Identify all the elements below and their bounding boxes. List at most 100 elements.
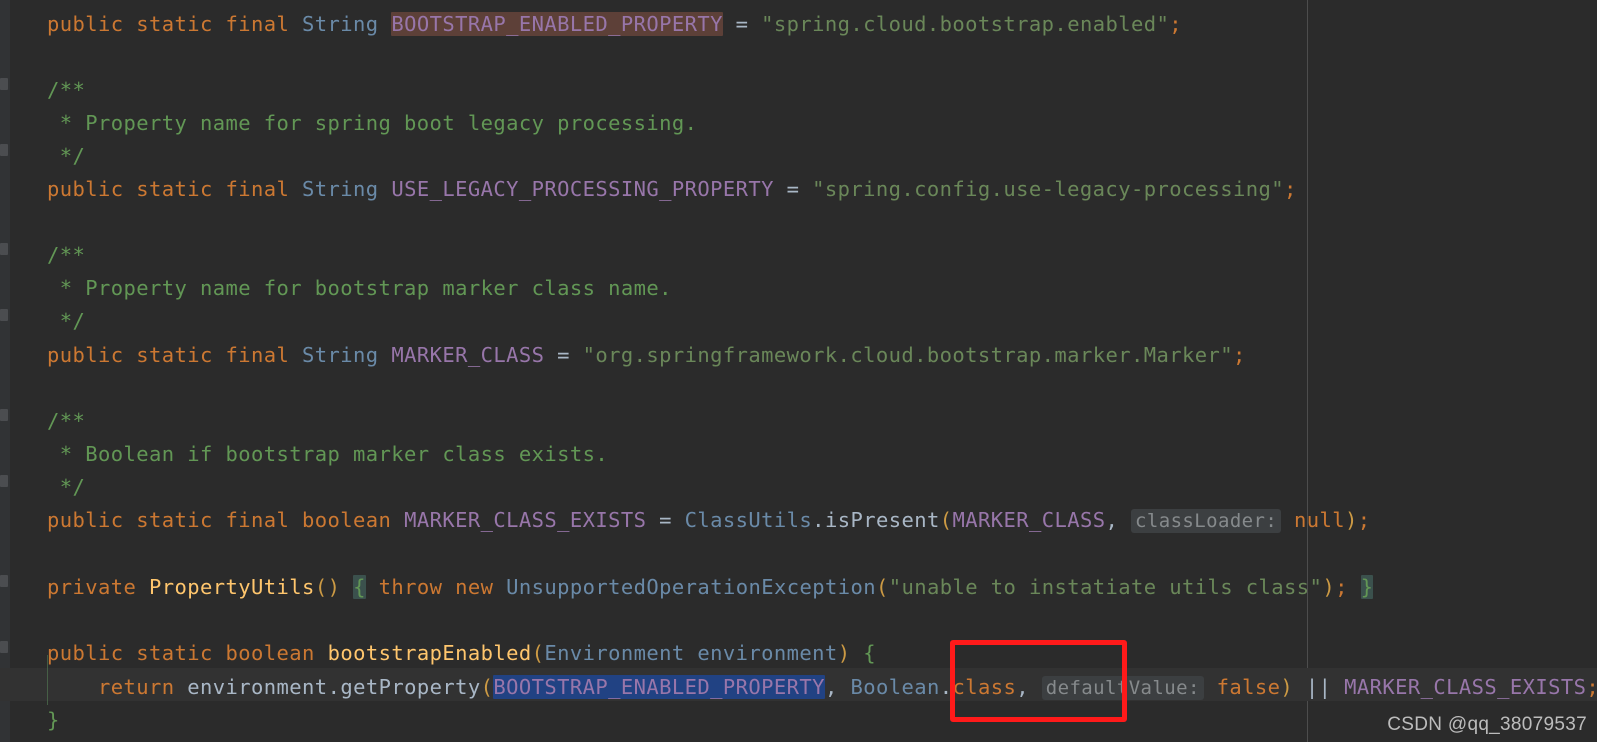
line-marker-class[interactable]: public static final String MARKER_CLASS … bbox=[0, 339, 1246, 372]
code-token: = bbox=[646, 508, 685, 532]
code-token: { bbox=[353, 575, 366, 599]
line-marker-class-exists[interactable]: public static final boolean MARKER_CLASS… bbox=[0, 504, 1371, 537]
code-token: new bbox=[455, 575, 507, 599]
code-token: ) bbox=[1280, 675, 1294, 699]
code-token: static bbox=[136, 343, 226, 367]
line-blank-1[interactable] bbox=[0, 41, 47, 74]
code-token: PropertyUtils bbox=[149, 575, 315, 599]
code-token: . bbox=[327, 675, 341, 699]
code-token: environment bbox=[187, 675, 328, 699]
line-javadoc-open-2[interactable]: /** bbox=[0, 239, 85, 272]
line-javadoc-open-1[interactable]: /** bbox=[0, 74, 85, 107]
code-token: , bbox=[1105, 508, 1132, 532]
code-token: private bbox=[47, 575, 150, 599]
line-bootstrap-enabled-signature[interactable]: public static boolean bootstrapEnabled(E… bbox=[0, 637, 876, 670]
code-token: ) bbox=[837, 641, 851, 665]
code-token: Environment bbox=[544, 641, 698, 665]
line-javadoc-close-3[interactable]: */ bbox=[0, 471, 85, 504]
code-token: } bbox=[47, 708, 60, 732]
code-token: static bbox=[136, 641, 226, 665]
code-token: "org.springframework.cloud.bootstrap.mar… bbox=[582, 343, 1233, 367]
line-javadoc-text-3[interactable]: * Boolean if bootstrap marker class exis… bbox=[0, 438, 608, 471]
inlay-parameter-hint: classLoader: bbox=[1131, 509, 1282, 533]
code-token: static bbox=[136, 508, 226, 532]
code-token: , bbox=[824, 675, 851, 699]
code-token: , bbox=[1016, 675, 1042, 699]
code-token: ( bbox=[939, 508, 953, 532]
code-token: final bbox=[225, 508, 303, 532]
code-token: */ bbox=[47, 144, 86, 168]
code-token: * Property name for spring boot legacy p… bbox=[47, 111, 698, 135]
code-token: UnsupportedOperationException bbox=[506, 575, 876, 599]
code-token: . bbox=[812, 508, 825, 532]
code-token: "unable to instatiate utils class" bbox=[888, 575, 1323, 599]
code-token: /** bbox=[47, 409, 86, 433]
line-blank-5[interactable] bbox=[0, 604, 47, 637]
code-token: } bbox=[1360, 575, 1374, 599]
code-token: Boolean bbox=[850, 675, 940, 699]
code-token: /** bbox=[47, 78, 86, 102]
code-token: String bbox=[302, 177, 392, 201]
code-token: bootstrapEnabled bbox=[327, 641, 532, 665]
code-token: getProperty bbox=[340, 675, 481, 699]
line-bootstrap-enabled-property[interactable]: public static final String BOOTSTRAP_ENA… bbox=[0, 8, 1182, 41]
code-token: false bbox=[1216, 675, 1281, 699]
code-text-surface[interactable]: public static final String BOOTSTRAP_ENA… bbox=[0, 0, 1597, 742]
code-token: ( bbox=[480, 675, 494, 699]
csdn-watermark: CSDN @qq_38079537 bbox=[1387, 714, 1587, 735]
code-token: ; bbox=[1586, 675, 1597, 699]
code-token: public bbox=[47, 508, 137, 532]
code-token: ( bbox=[531, 641, 545, 665]
code-token: static bbox=[136, 177, 226, 201]
code-token: final bbox=[225, 177, 303, 201]
line-javadoc-open-3[interactable]: /** bbox=[0, 405, 85, 438]
code-token: String bbox=[302, 12, 392, 36]
line-javadoc-close-1[interactable]: */ bbox=[0, 140, 85, 173]
code-token: || bbox=[1293, 675, 1345, 699]
code-token: throw bbox=[378, 575, 456, 599]
code-token: BOOTSTRAP_ENABLED_PROPERTY bbox=[493, 675, 825, 699]
code-token: isPresent bbox=[824, 508, 940, 532]
line-return-getproperty[interactable]: return environment.getProperty(BOOTSTRAP… bbox=[0, 671, 1597, 704]
line-blank-2[interactable] bbox=[0, 206, 47, 239]
code-token: String bbox=[302, 343, 392, 367]
code-token: boolean bbox=[302, 508, 405, 532]
line-javadoc-text-1[interactable]: * Property name for spring boot legacy p… bbox=[0, 107, 697, 140]
code-token: ( bbox=[875, 575, 889, 599]
code-token: public bbox=[47, 177, 137, 201]
line-use-legacy-processing-property[interactable]: public static final String USE_LEGACY_PR… bbox=[0, 173, 1297, 206]
code-token: class bbox=[952, 675, 1017, 699]
line-closing-brace[interactable]: } bbox=[0, 704, 60, 737]
line-javadoc-close-2[interactable]: */ bbox=[0, 305, 85, 338]
code-token: public bbox=[47, 641, 137, 665]
line-javadoc-text-2[interactable]: * Property name for bootstrap marker cla… bbox=[0, 272, 672, 305]
code-token: environment bbox=[697, 641, 838, 665]
code-token: BOOTSTRAP_ENABLED_PROPERTY bbox=[391, 12, 723, 36]
code-token: final bbox=[225, 343, 303, 367]
code-token: = bbox=[773, 177, 813, 201]
code-token: { bbox=[863, 641, 876, 665]
code-token: "spring.config.use-legacy-processing" bbox=[812, 177, 1284, 201]
code-token: MARKER_CLASS bbox=[391, 343, 545, 367]
line-private-constructor[interactable]: private PropertyUtils() { throw new Unsu… bbox=[0, 571, 1374, 604]
line-blank-4[interactable] bbox=[0, 537, 47, 570]
code-token: ; bbox=[1169, 12, 1182, 36]
code-token: . bbox=[939, 675, 953, 699]
code-editor-viewport[interactable]: public static final String BOOTSTRAP_ENA… bbox=[0, 0, 1597, 742]
code-token: MARKER_CLASS bbox=[952, 508, 1106, 532]
code-token: */ bbox=[47, 475, 86, 499]
code-token: final bbox=[225, 12, 303, 36]
code-token: MARKER_CLASS_EXISTS bbox=[1344, 675, 1587, 699]
code-token: ) bbox=[1345, 508, 1358, 532]
code-token: ; bbox=[1232, 343, 1246, 367]
code-token: null bbox=[1293, 508, 1345, 532]
code-token: = bbox=[722, 12, 762, 36]
code-token: */ bbox=[47, 309, 86, 333]
line-blank-3[interactable] bbox=[0, 372, 47, 405]
